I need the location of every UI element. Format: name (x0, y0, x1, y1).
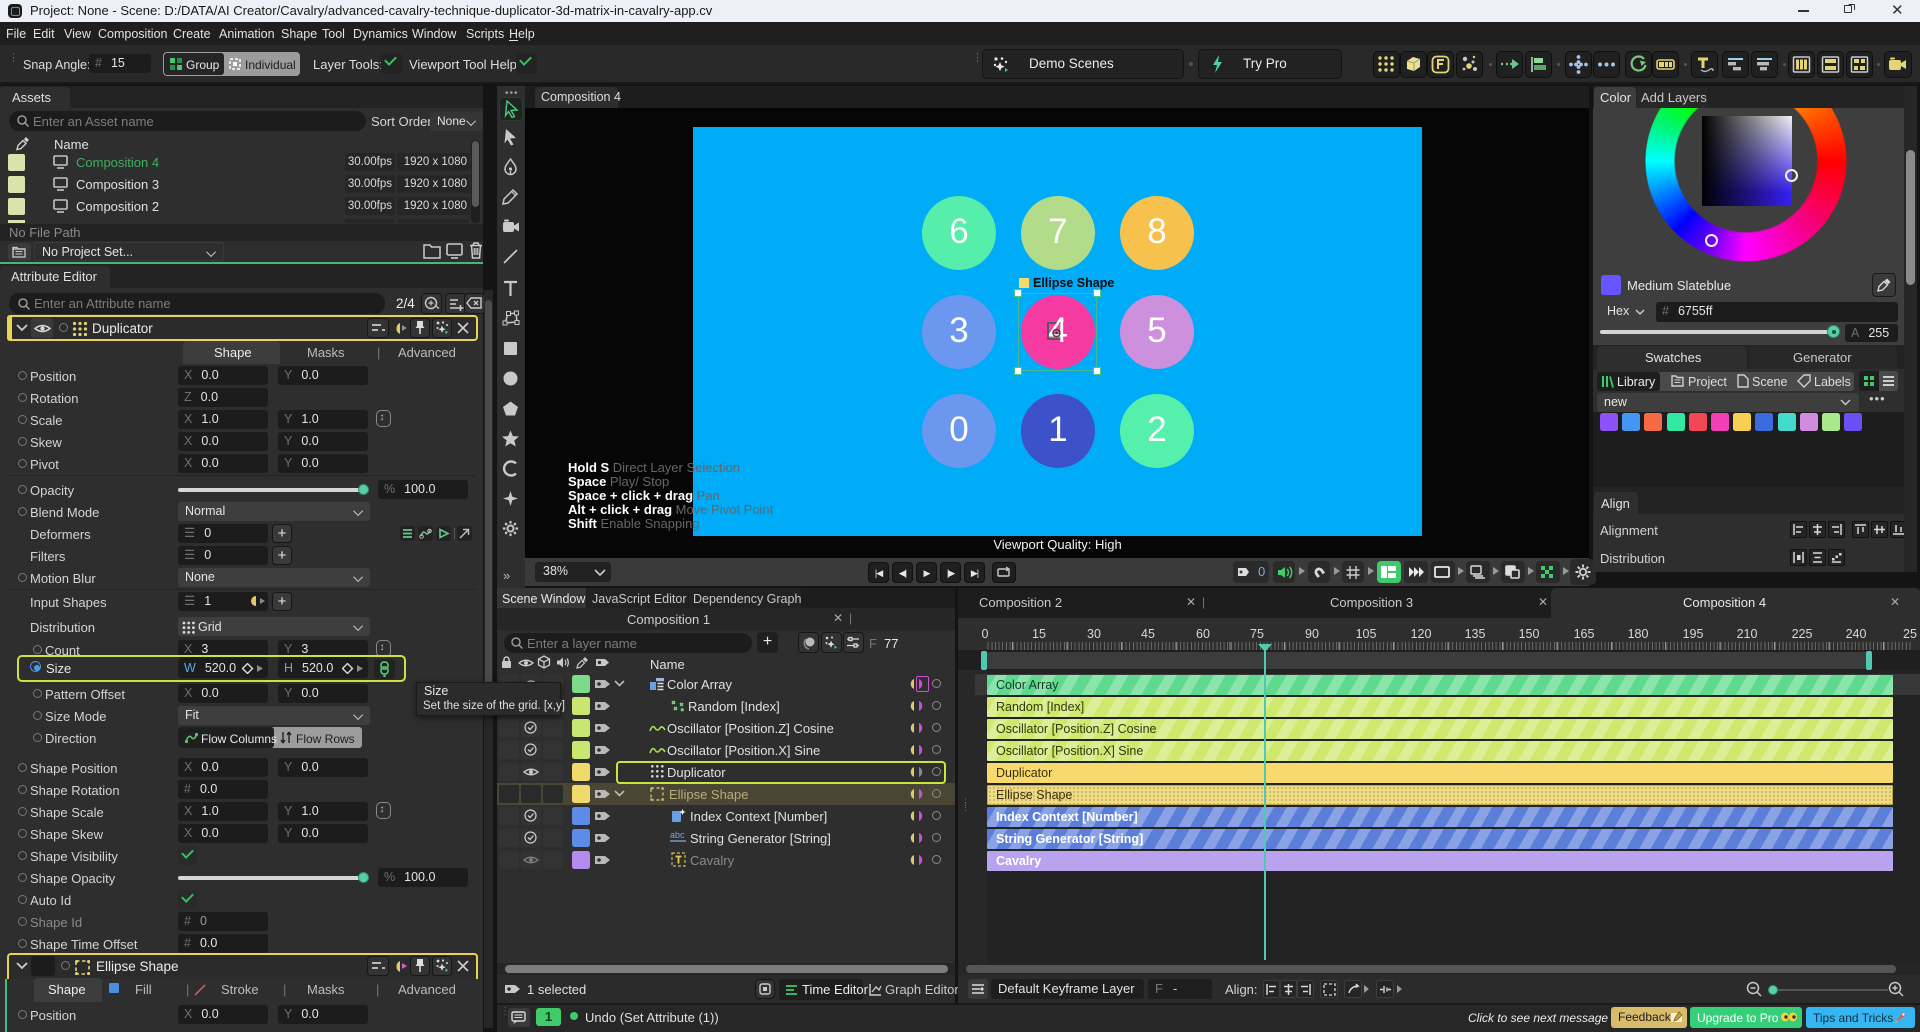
svg-text:abc: abc (670, 830, 685, 840)
